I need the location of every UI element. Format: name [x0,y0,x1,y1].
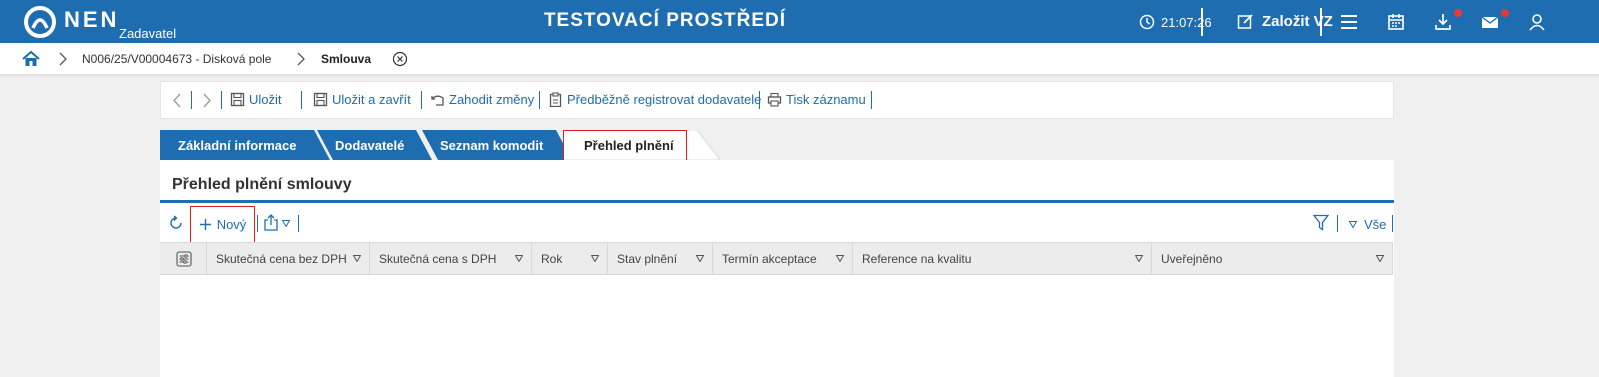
divider [871,91,872,109]
active-tab-highlight [563,130,687,161]
preregister-supplier-label: Předběžně registrovat dodavatele [567,92,762,107]
caret-down-icon[interactable] [696,255,704,262]
caret-down-icon[interactable] [591,255,599,262]
filter-icon[interactable] [1313,214,1329,231]
session-clock: 21:07:26 [1161,15,1212,30]
column-label: Termín akceptace [722,252,817,266]
plus-icon [199,219,211,230]
user-icon[interactable] [1527,12,1547,32]
clock-icon [1139,14,1155,30]
new-label: Nový [216,217,247,232]
notification-dot [1501,9,1509,17]
calendar-icon[interactable] [1386,12,1406,32]
divider [1337,215,1338,232]
print-icon [767,92,782,107]
preregister-supplier-button[interactable]: Předběžně registrovat dodavatele [548,92,761,107]
breadcrumb-current: Smlouva [321,52,372,66]
brand-name: NEN [64,7,120,32]
top-bar: NEN Zadavatel TESTOVACÍ PROSTŘEDÍ 21:07:… [0,0,1599,43]
divider [191,91,192,109]
chevron-right-icon[interactable] [202,93,212,108]
breadcrumb: N006/25/V00004673 - Disková pole Smlouva [0,43,1599,75]
print-record-button[interactable]: Tisk záznamu [767,92,866,107]
create-tender-button[interactable]: Založit VZ [1262,13,1333,30]
menu-icon[interactable] [1339,12,1359,32]
caret-down-icon[interactable] [1135,255,1143,262]
divider [421,91,422,109]
column-header-published[interactable]: Uveřejněno [1152,243,1393,274]
environment-title: TESTOVACÍ PROSTŘEDÍ [543,10,787,31]
fulfillment-panel: Přehled plnění smlouvy Nový Vše Skutečná… [160,160,1394,377]
divider [301,91,302,109]
column-header-price-with-vat[interactable]: Skutečná cena s DPH [370,243,532,274]
export-icon[interactable] [263,214,279,231]
column-header-fulfillment-status[interactable]: Stav plnění [608,243,713,274]
tab-commodities[interactable]: Seznam komodit [422,130,562,160]
save-label: Uložit [249,92,282,107]
breadcrumb-tender[interactable]: N006/25/V00004673 - Disková pole [82,52,271,66]
page-title: Přehled plnění smlouvy [172,176,352,193]
tab-label: Dodavatelé [335,138,405,153]
column-header-price-without-vat[interactable]: Skutečná cena bez DPH [207,243,370,274]
column-label: Uveřejněno [1161,252,1223,266]
undo-icon [431,95,444,106]
discard-changes-label: Zahodit změny [449,92,535,107]
caret-down-icon[interactable] [1349,221,1357,228]
nen-logo-icon[interactable] [24,6,56,38]
tab-basic-info[interactable]: Základní informace [160,130,320,160]
column-settings[interactable] [160,243,207,274]
divider [539,91,540,109]
caret-down-icon[interactable] [353,255,361,262]
download-icon[interactable] [1433,12,1453,32]
save-close-button[interactable]: Uložit a zavřít [313,92,411,107]
refresh-icon[interactable] [168,215,184,231]
close-icon[interactable] [392,51,408,67]
chevron-left-icon[interactable] [172,93,182,108]
user-role: Zadavatel [119,26,177,41]
column-label: Rok [541,252,563,266]
new-button[interactable]: Nový [190,206,255,243]
divider [1392,215,1393,232]
divider [1320,8,1322,36]
print-record-label: Tisk záznamu [786,92,866,107]
save-button[interactable]: Uložit [230,92,282,107]
mail-icon[interactable] [1480,12,1500,32]
chevron-right-icon [297,52,305,66]
notification-dot [1454,9,1462,17]
save-icon [313,92,328,107]
clipboard-icon [549,92,562,107]
divider [257,215,258,232]
column-header-year[interactable]: Rok [532,243,608,274]
caret-down-icon[interactable] [1376,255,1384,262]
tab-label: Základní informace [178,138,297,153]
caret-down-icon[interactable] [282,220,290,227]
divider [221,91,222,109]
discard-changes-button[interactable]: Zahodit změny [430,92,534,107]
divider [1201,8,1203,36]
home-icon[interactable] [22,50,40,68]
column-header-acceptance-date[interactable]: Termín akceptace [713,243,853,274]
column-settings-icon [176,251,192,267]
edit-icon[interactable] [1237,13,1254,30]
column-label: Skutečná cena bez DPH [216,252,347,266]
column-label: Stav plnění [617,252,678,266]
divider [298,215,299,232]
column-label: Skutečná cena s DPH [379,252,497,266]
column-label: Reference na kvalitu [862,252,972,266]
caret-down-icon[interactable] [836,255,844,262]
table-header: Skutečná cena bez DPH Skutečná cena s DP… [160,242,1393,275]
view-all-dropdown[interactable]: Vše [1364,217,1386,232]
tab-label: Seznam komodit [440,138,544,153]
tab-suppliers[interactable]: Dodavatelé [317,130,427,160]
record-toolbar: Uložit Uložit a zavřít Zahodit změny Pře… [160,81,1394,119]
chevron-right-icon [59,52,67,66]
column-header-quality-reference[interactable]: Reference na kvalitu [853,243,1152,274]
save-close-label: Uložit a zavřít [332,92,411,107]
grid-toolbar: Nový Vše [160,203,1394,243]
divider [759,91,760,109]
save-icon [230,92,245,107]
caret-down-icon[interactable] [515,255,523,262]
